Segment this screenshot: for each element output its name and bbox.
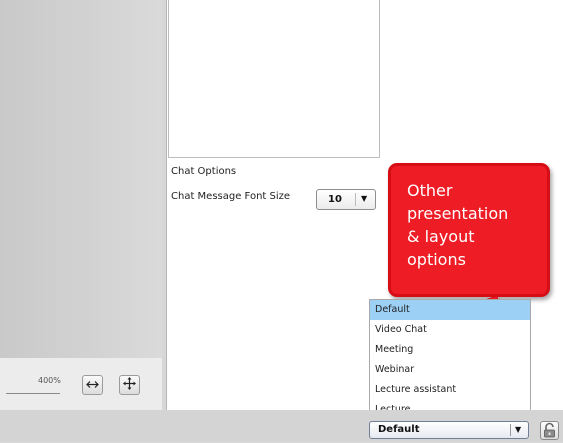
callout-text: Other presentation & layout options <box>407 181 509 269</box>
zoom-level-label: 400% <box>38 376 61 385</box>
layout-option-lecture-assistant[interactable]: Lecture assistant <box>370 380 530 400</box>
font-size-value: 10 <box>328 194 342 205</box>
unlocked-padlock-icon <box>544 422 555 438</box>
presentation-area <box>0 0 162 410</box>
chat-message-area[interactable] <box>168 0 380 158</box>
fit-to-width-button[interactable] <box>82 375 103 395</box>
pan-move-button[interactable] <box>119 375 140 395</box>
chevron-down-icon: ▼ <box>515 425 522 434</box>
dropdown-divider <box>510 424 511 436</box>
zoom-slider[interactable] <box>6 393 60 394</box>
layout-dropdown-list: Default Video Chat Meeting Webinar Lectu… <box>369 299 531 421</box>
font-size-label: Chat Message Font Size <box>171 191 291 202</box>
fit-width-icon <box>86 378 99 392</box>
chat-options-title: Chat Options <box>171 166 237 177</box>
lock-layout-button[interactable] <box>540 421 559 440</box>
layout-option-video-chat[interactable]: Video Chat <box>370 320 530 340</box>
annotation-callout: Other presentation & layout options <box>388 163 550 297</box>
move-icon <box>123 377 136 393</box>
layout-select[interactable]: Default ▼ <box>369 421 529 439</box>
layout-select-value: Default <box>378 424 420 435</box>
layout-option-meeting[interactable]: Meeting <box>370 340 530 360</box>
dropdown-divider <box>355 193 356 206</box>
font-size-dropdown[interactable]: 10 ▼ <box>316 189 376 210</box>
chevron-down-icon: ▼ <box>361 194 368 203</box>
layout-option-webinar[interactable]: Webinar <box>370 360 530 380</box>
layout-option-default[interactable]: Default <box>370 300 530 320</box>
